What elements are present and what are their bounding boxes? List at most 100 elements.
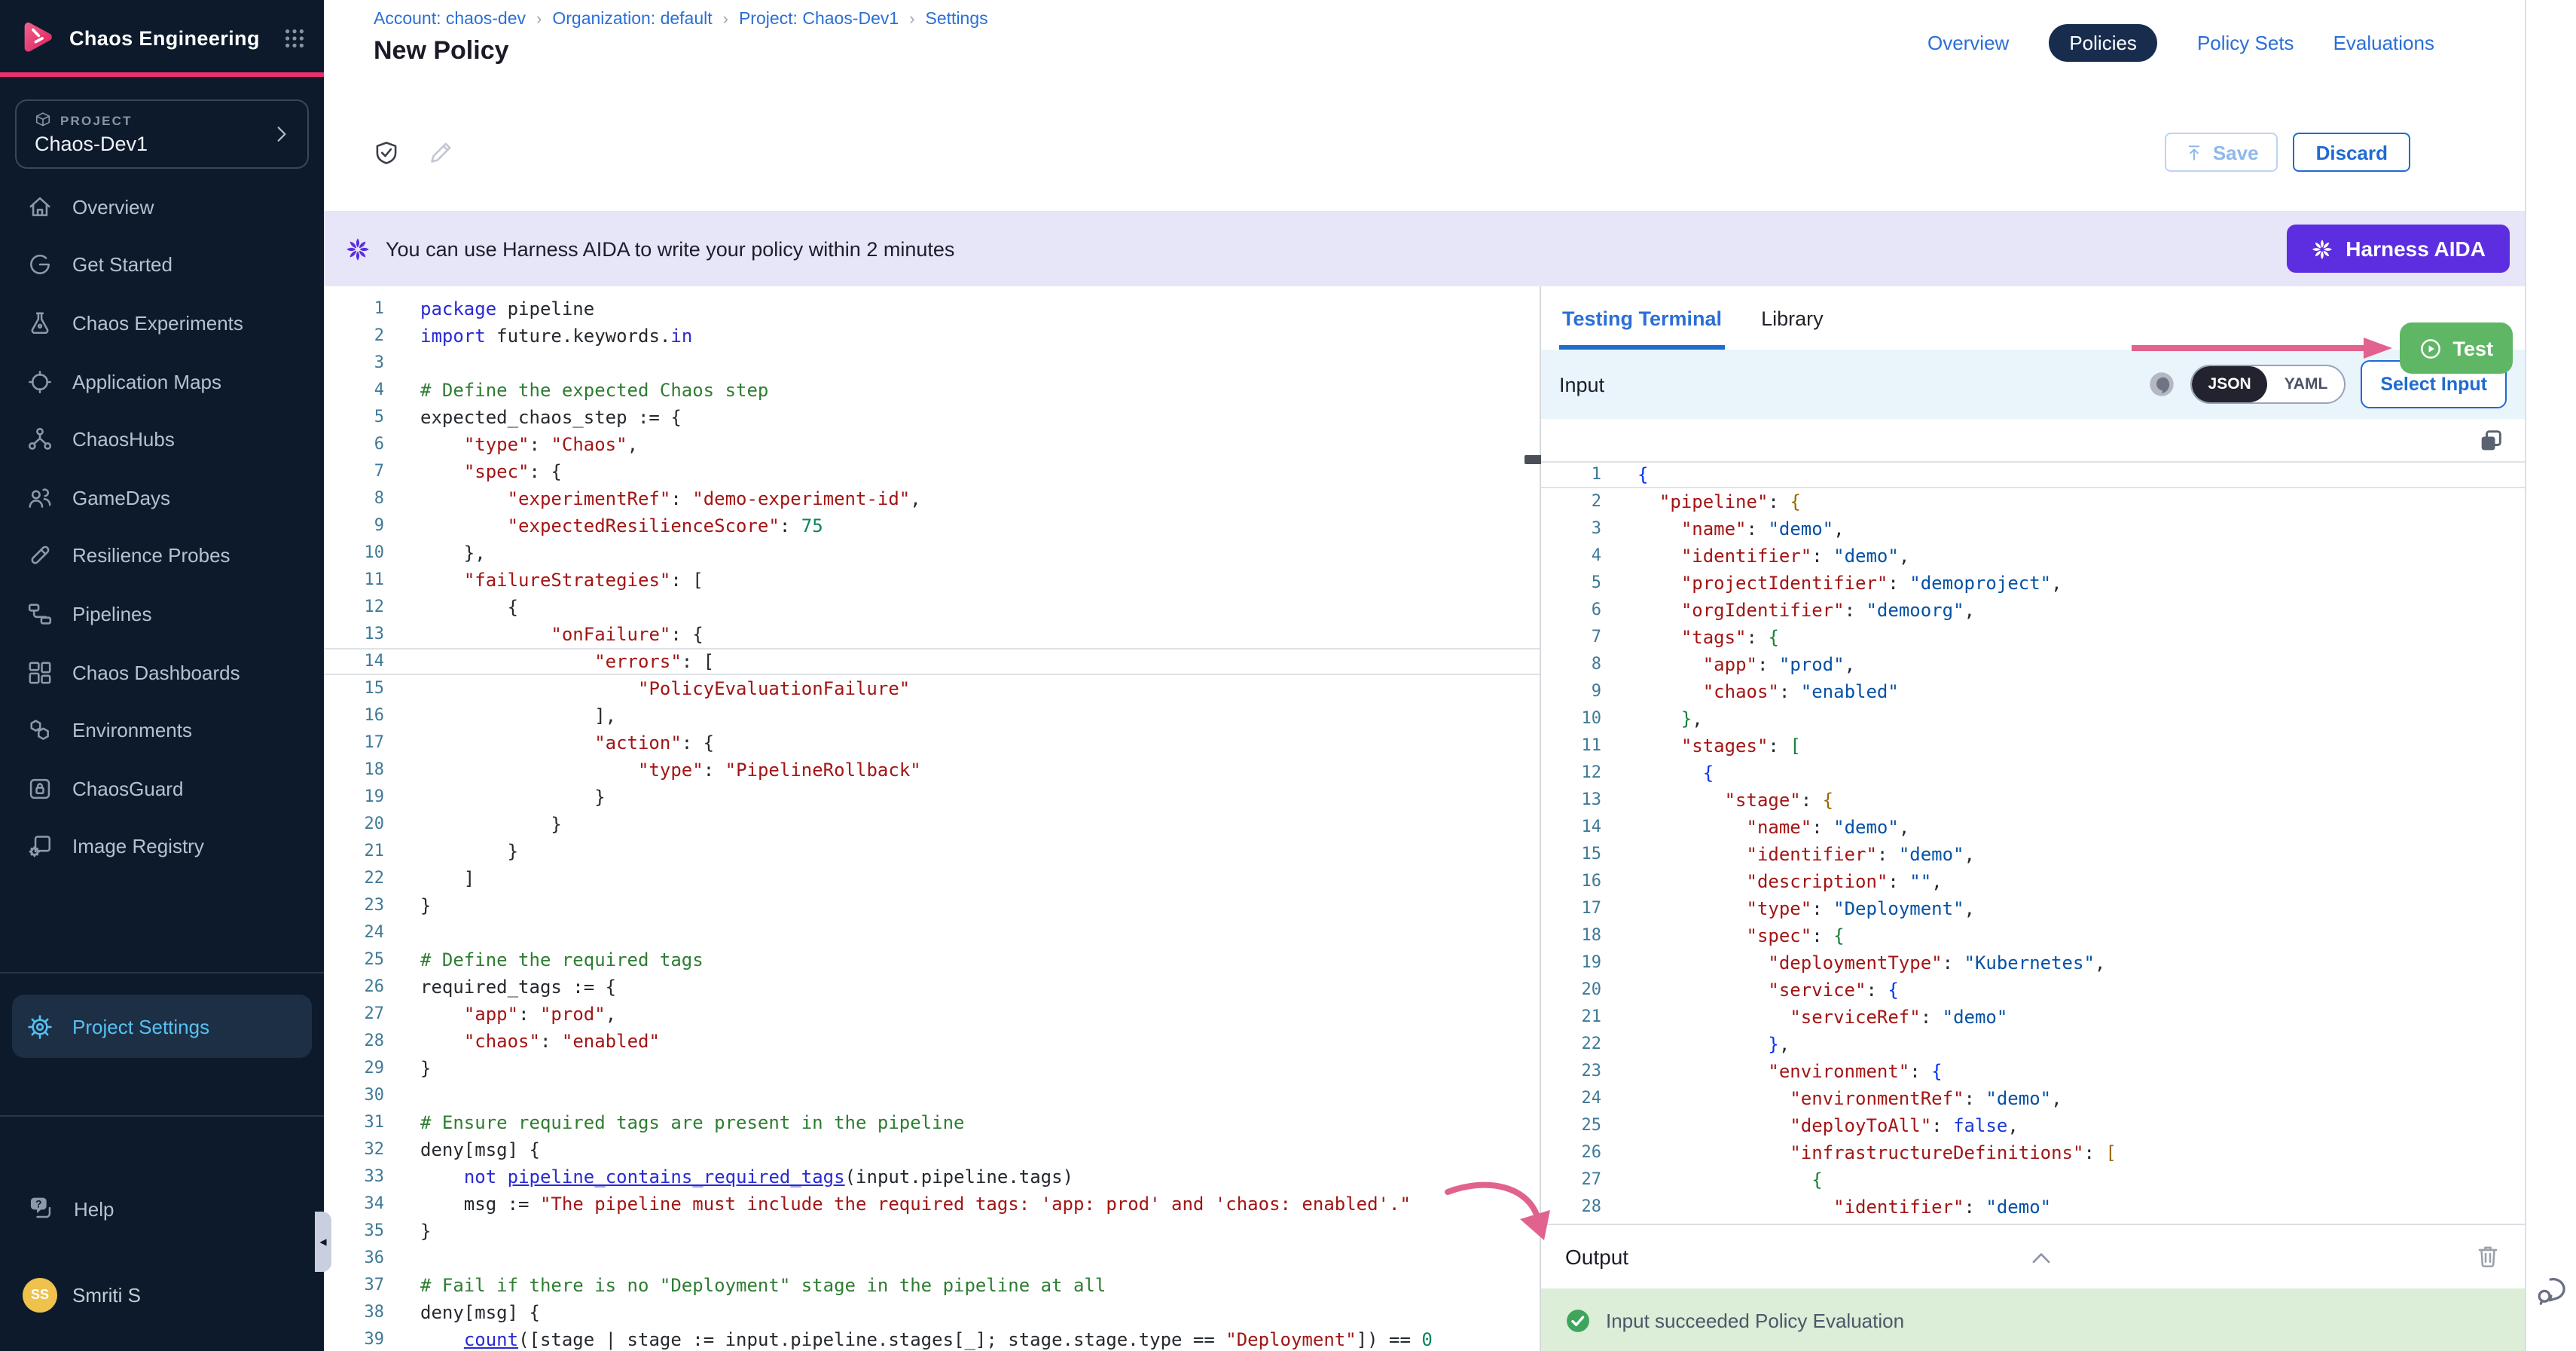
code-line: 8 "experimentRef": "demo-experiment-id", [324,485,1540,512]
breadcrumb-item[interactable]: Settings [926,11,988,29]
code-line: 19 } [324,784,1540,811]
code-line: 12 { [324,594,1540,621]
right-rail [2525,0,2576,1351]
code-line: 26required_tags := { [324,974,1540,1001]
harness-aida-button[interactable]: Harness AIDA [2287,225,2510,273]
code-line: 32deny[msg] { [324,1136,1540,1163]
policy-code-editor[interactable]: 1package pipeline2import future.keywords… [324,286,1540,1351]
code-line: 12 { [1541,760,2525,787]
sidebar-item-environments[interactable]: Environments [0,701,324,760]
sidebar-item-chaosguard[interactable]: ChaosGuard [0,760,324,818]
dashboard-icon [27,659,53,685]
code-line: 23} [324,892,1540,919]
user-menu[interactable]: SS Smriti S [0,1273,324,1316]
tab-library[interactable]: Library [1761,286,1824,350]
code-line: 15 "PolicyEvaluationFailure" [324,675,1540,702]
code-line: 36 [324,1245,1540,1272]
target-icon [27,368,53,394]
code-line: 19 "deploymentType": "Kubernetes", [1541,949,2525,977]
project-selector[interactable]: PROJECT Chaos-Dev1 [15,99,309,169]
app-root: Chaos Engineering PROJECT Chaos-Dev1 Ove… [0,0,2576,1351]
svg-text:?: ? [35,1198,42,1210]
image-gear-icon [27,834,53,860]
test-button[interactable]: Test [2400,322,2513,374]
code-line: 1{ [1541,461,2525,488]
sidebar-item-label: Environments [72,719,192,741]
get-started-icon [27,252,53,278]
sidebar-item-gamedays[interactable]: GameDays [0,469,324,527]
code-line: 18 "type": "PipelineRollback" [324,756,1540,784]
shield-check-icon[interactable] [374,140,399,166]
policy-nav: Overview Policies Policy Sets Evaluations [1927,24,2434,62]
code-line: 5expected_chaos_step := { [324,404,1540,431]
sidebar-item-application-maps[interactable]: Application Maps [0,353,324,411]
copy-icon[interactable] [2478,428,2504,454]
save-button[interactable]: Save [2165,133,2278,172]
sidebar-item-label: Get Started [72,254,172,277]
sidebar-item-help[interactable]: ? Help [0,1186,324,1231]
breadcrumb-item[interactable]: Organization: default [552,11,712,29]
sidebar-item-project-settings[interactable]: Project Settings [12,995,312,1058]
sidebar-item-label: Pipelines [72,603,152,625]
brand-accent-line [0,72,324,77]
sidebar-collapse-handle[interactable]: ◀ [315,1212,331,1272]
sidebar-item-pipelines[interactable]: Pipelines [0,585,324,643]
breadcrumb-item[interactable]: Project: Chaos-Dev1 [739,11,899,29]
feedback-chat-icon[interactable] [2535,1273,2570,1308]
sidebar-item-label: Resilience Probes [72,545,230,567]
sidebar-item-resilience-probes[interactable]: Resilience Probes [0,527,324,585]
main-content: Account: chaos-dev › Organization: default… [324,0,2525,1351]
format-json-option[interactable]: JSON [2192,366,2268,402]
code-line: 4 "identifier": "demo", [1541,543,2525,570]
tab-testing-terminal[interactable]: Testing Terminal [1562,286,1722,350]
harness-logo-icon [18,18,57,57]
input-section-header: Input JSON YAML Select Input [1541,350,2525,419]
code-line: 26 "infrastructureDefinitions": [ [1541,1139,2525,1166]
sidebar-item-label: Project Settings [72,1015,209,1038]
code-line: 7 "tags": { [1541,624,2525,651]
discard-button[interactable]: Discard [2294,133,2410,172]
trash-icon[interactable] [2475,1243,2501,1269]
tab-evaluations[interactable]: Evaluations [2333,32,2434,54]
annotation-arrow-test [2129,338,2392,359]
testing-terminal-panel: Testing TerminalLibrary Test Input JSON [1541,286,2525,1351]
network-icon [27,426,53,452]
tab-overview[interactable]: Overview [1927,32,2009,54]
pipeline-icon [27,601,53,627]
page-title: New Policy [374,36,509,66]
sidebar-item-chaoshubs[interactable]: ChaosHubs [0,411,324,469]
sidebar-item-get-started[interactable]: Get Started [0,236,324,294]
sidebar-item-chaos-dashboards[interactable]: Chaos Dashboards [0,643,324,701]
input-editor-wrap: 1{2 "pipeline": {3 "name": "demo",4 "ide… [1541,419,2525,1224]
sidebar-item-image-registry[interactable]: Image Registry [0,818,324,876]
tab-policies[interactable]: Policies [2048,24,2158,62]
code-line: 17 "action": { [324,729,1540,756]
user-name: Smriti S [72,1283,141,1306]
edit-pencil-icon[interactable] [428,140,453,166]
probe-icon [27,543,53,569]
code-line: 2import future.keywords.in [324,322,1540,350]
breadcrumb-separator: › [723,11,728,29]
code-line: 15 "identifier": "demo", [1541,841,2525,868]
prettify-icon[interactable] [2148,371,2175,398]
code-line: 28 "chaos": "enabled" [324,1028,1540,1055]
input-code-editor[interactable]: 1{2 "pipeline": {3 "name": "demo",4 "ide… [1541,419,2525,1221]
tab-policy-sets[interactable]: Policy Sets [2197,32,2294,54]
code-line: 21 "serviceRef": "demo" [1541,1004,2525,1031]
sidebar-item-label: GameDays [72,487,170,509]
code-line: 25# Define the required tags [324,946,1540,974]
code-line: 6 "orgIdentifier": "demoorg", [1541,597,2525,624]
module-grid-icon[interactable] [283,26,306,49]
sidebar-item-overview[interactable]: Overview [0,178,324,236]
sidebar-item-label: Image Registry [72,836,204,858]
sidebar-item-chaos-experiments[interactable]: Chaos Experiments [0,294,324,352]
sidebar-header: Chaos Engineering [0,0,324,72]
code-line: 9 "chaos": "enabled" [1541,678,2525,705]
format-yaml-option[interactable]: YAML [2268,366,2345,402]
home-icon [27,194,53,220]
code-line: 33 not pipeline_contains_required_tags(i… [324,1163,1540,1191]
chevron-up-icon[interactable] [2028,1245,2055,1272]
code-line: 28 "identifier": "demo" [1541,1194,2525,1221]
breadcrumb-item[interactable]: Account: chaos-dev [374,11,526,29]
annotation-arrow-output [1442,1180,1562,1248]
